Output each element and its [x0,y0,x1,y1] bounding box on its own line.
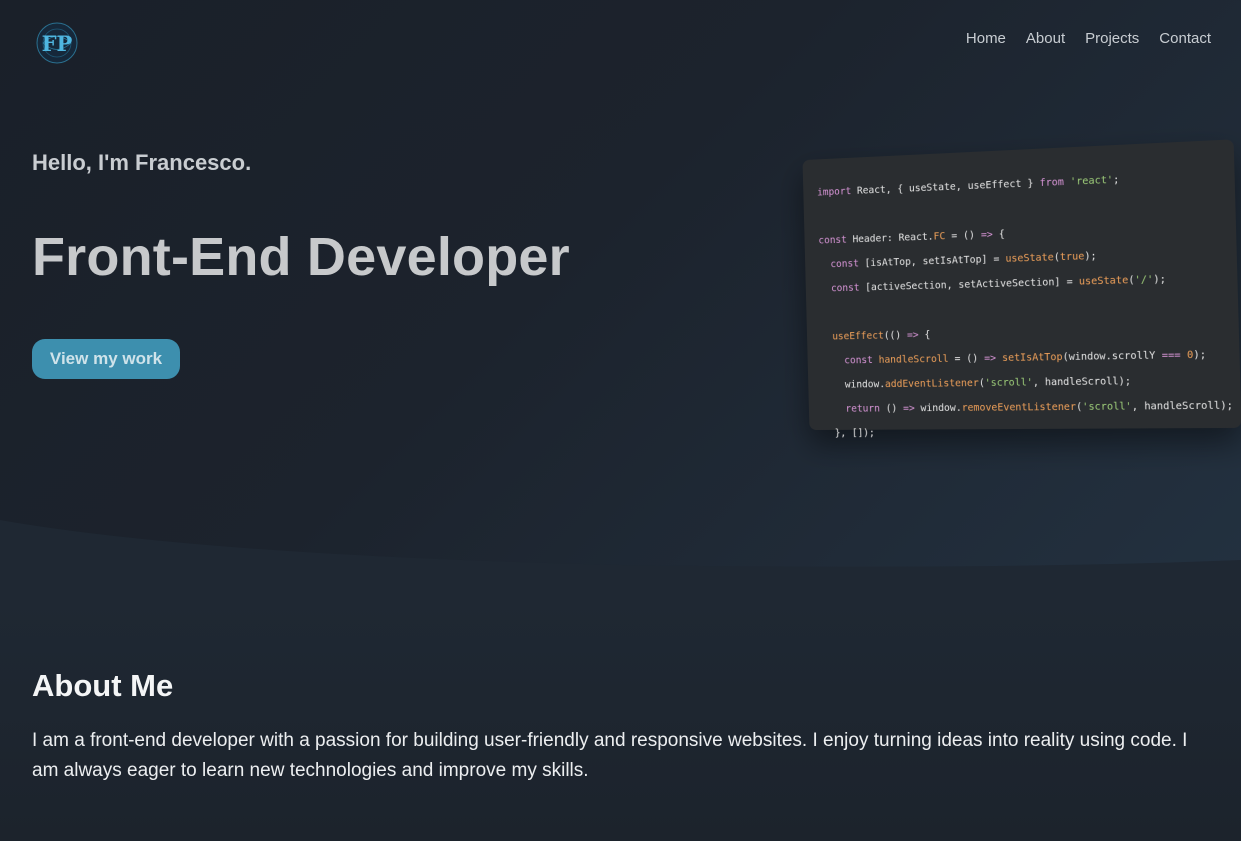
about-heading: About Me [32,668,174,703]
about-text: I am a front-end developer with a passio… [32,730,1188,781]
nav-item-home: Home [966,30,1006,48]
hero-greeting: Hello, I'm Francesco. [32,150,252,175]
nav-item-projects: Projects [1085,30,1139,48]
nav-link-projects[interactable]: Projects [1085,30,1139,47]
nav-link-contact[interactable]: Contact [1159,30,1211,47]
code-line: return () => window.removeEventListener(… [845,400,1234,415]
hero-divider-curve [0,520,1241,610]
nav-link-home[interactable]: Home [966,30,1006,47]
nav-item-about: About [1026,30,1065,48]
hero-title: Front-End Developer [32,227,570,287]
code-snippet-card: import React, { useState, useEffect } fr… [802,139,1241,439]
logo-text: FP [42,31,73,56]
logo-icon: FP [36,22,78,64]
main-nav: Home About Projects Contact [966,30,1211,48]
code-line: }, []); [823,427,875,439]
logo[interactable]: FP [34,20,80,66]
view-my-work-button[interactable]: View my work [32,339,180,379]
about-section-background [0,600,1241,841]
nav-link-about[interactable]: About [1026,30,1065,47]
code-line: window.addEventListener('scroll', handle… [822,375,1132,391]
nav-item-contact: Contact [1159,30,1211,48]
